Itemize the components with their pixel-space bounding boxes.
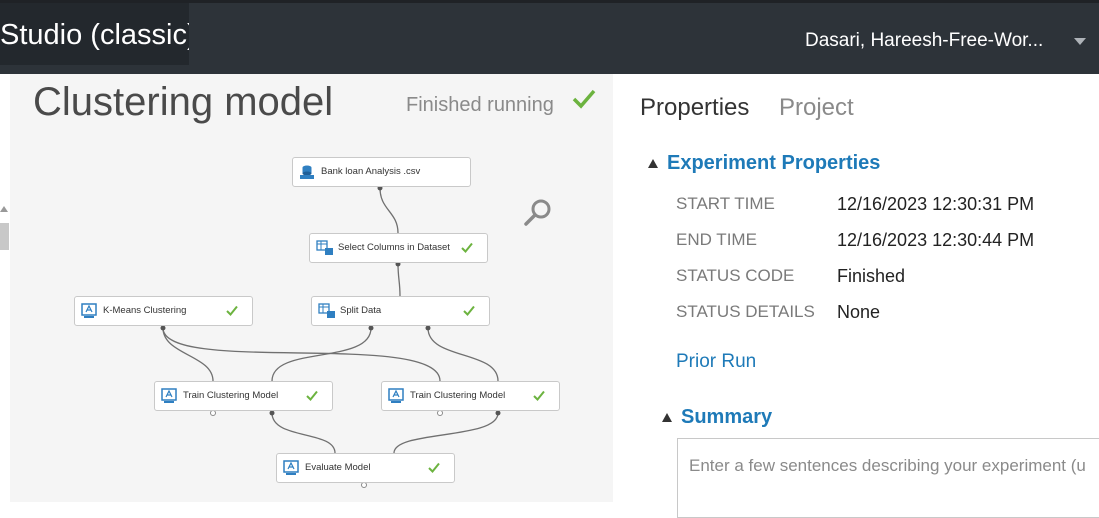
port-dot: [437, 410, 443, 416]
module-kmeans-clustering[interactable]: K-Means Clustering: [74, 296, 253, 326]
property-value: 12/16/2023 12:30:31 PM: [837, 194, 1035, 214]
edge-train1-evaluate: [271, 412, 336, 454]
tab-project[interactable]: Project: [779, 94, 854, 122]
edge-bank-select: [379, 187, 399, 234]
model-icon: [283, 460, 299, 475]
tab-properties[interactable]: Properties: [640, 94, 749, 122]
module-select-columns[interactable]: Select Columns in Dataset: [309, 233, 488, 263]
checkmark-icon: [463, 305, 475, 316]
property-value: 12/16/2023 12:30:44 PM: [837, 230, 1035, 250]
port-dot: [160, 325, 166, 331]
module-label: Evaluate Model: [305, 462, 371, 473]
edge-select-split: [397, 263, 401, 297]
chevron-down-icon[interactable]: [1074, 38, 1086, 45]
edge-train2-evaluate: [393, 412, 499, 454]
graph-connections: [160, 185, 501, 488]
model-icon: [161, 388, 177, 403]
module-label: Bank loan Analysis .csv: [321, 166, 421, 177]
model-icon: [81, 303, 97, 318]
edge-kmeans-train1: [162, 327, 214, 382]
table-transform-icon: [318, 303, 335, 318]
module-label: Split Data: [340, 305, 382, 316]
port-dot: [368, 325, 374, 331]
module-train-clustering-model-2[interactable]: Train Clustering Model: [381, 381, 560, 411]
summary-heading[interactable]: Summary: [681, 406, 772, 429]
edge-split-train2: [427, 327, 499, 382]
property-value: None: [837, 302, 881, 322]
checkmark-icon: [428, 462, 440, 473]
module-label: Train Clustering Model: [410, 390, 506, 401]
module-label: K-Means Clustering: [103, 305, 187, 316]
module-label: Select Columns in Dataset: [338, 242, 450, 253]
collapse-triangle-icon[interactable]: [648, 159, 658, 168]
port-dot: [425, 325, 431, 331]
port-dot: [495, 410, 501, 416]
summary-textarea[interactable]: Enter a few sentences describing your ex…: [677, 438, 1099, 518]
property-label: STATUS DETAILS: [676, 302, 815, 321]
model-icon: [388, 388, 404, 403]
checkmark-icon: [533, 390, 545, 401]
checkmark-icon: [461, 242, 473, 253]
edge-kmeans-train2: [162, 327, 441, 382]
prior-run-link[interactable]: Prior Run: [676, 351, 756, 373]
module-label: Train Clustering Model: [183, 390, 279, 401]
module-bank-loan-dataset[interactable]: Bank loan Analysis .csv: [292, 157, 471, 187]
property-label: STATUS CODE: [676, 266, 795, 285]
module-evaluate-model[interactable]: Evaluate Model: [276, 453, 455, 483]
property-value: Finished: [837, 266, 906, 286]
port-dot: [361, 482, 367, 488]
port-dot: [210, 410, 216, 416]
account-name[interactable]: Dasari, Hareesh-Free-Wor...: [805, 30, 1043, 52]
module-train-clustering-model-1[interactable]: Train Clustering Model: [154, 381, 333, 411]
module-split-data[interactable]: Split Data: [311, 296, 490, 326]
port-dot: [269, 410, 275, 416]
checkmark-icon: [226, 305, 238, 316]
table-transform-icon: [316, 240, 333, 255]
property-label: START TIME: [676, 194, 775, 213]
collapse-triangle-icon[interactable]: [662, 413, 672, 422]
property-label: END TIME: [676, 230, 757, 249]
experiment-properties-heading[interactable]: Experiment Properties: [667, 152, 880, 175]
summary-placeholder: Enter a few sentences describing your ex…: [689, 456, 1086, 475]
checkmark-icon: [306, 390, 318, 401]
dataset-icon: [300, 165, 314, 179]
